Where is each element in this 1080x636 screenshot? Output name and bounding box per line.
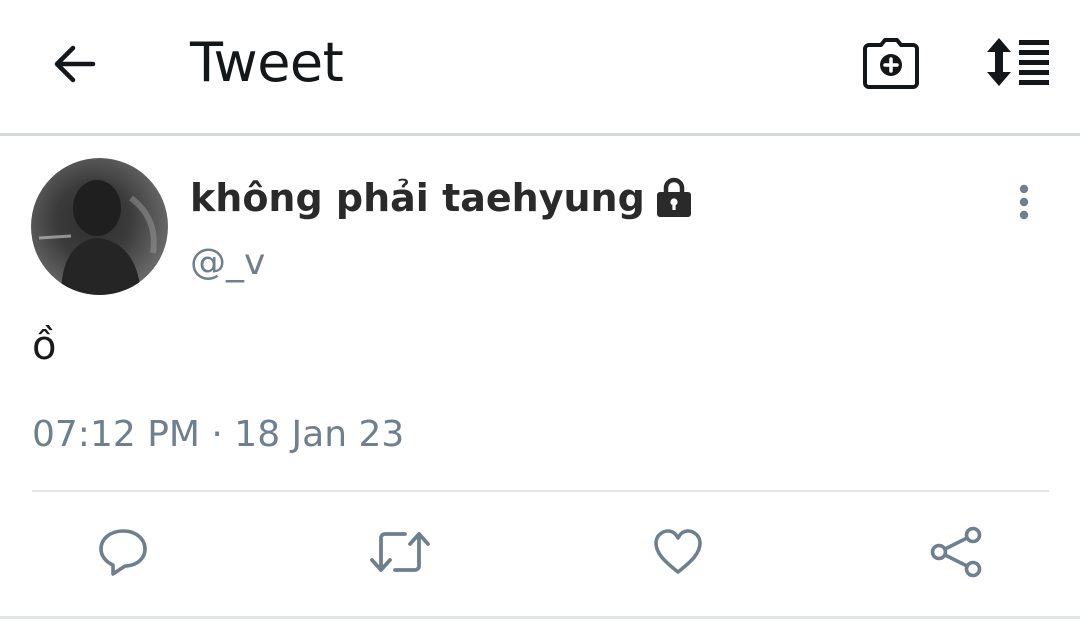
- share-icon: [929, 526, 983, 583]
- back-button[interactable]: [46, 38, 102, 94]
- page-title: Tweet: [190, 31, 344, 94]
- like-button[interactable]: [648, 524, 708, 584]
- bottom-divider: [0, 616, 1080, 619]
- sort-button[interactable]: [980, 34, 1056, 94]
- tweet-text: ồ: [32, 323, 57, 369]
- arrow-left-icon: [51, 44, 97, 89]
- sort-list-icon: [985, 36, 1051, 93]
- avatar[interactable]: [31, 158, 168, 295]
- camera-add-icon: [863, 37, 919, 94]
- lock-icon: [655, 177, 693, 219]
- tweet-timestamp: 07:12 PM · 18 Jan 23: [32, 414, 405, 455]
- more-options-button[interactable]: [1004, 180, 1044, 228]
- camera-button[interactable]: [858, 34, 924, 96]
- retweet-button[interactable]: [370, 524, 430, 584]
- retweet-icon: [369, 528, 431, 581]
- author-name-text: không phải taehyung: [190, 176, 645, 220]
- heart-icon: [652, 528, 704, 581]
- reply-button[interactable]: [93, 524, 153, 584]
- top-app-bar: Tweet: [0, 0, 1080, 136]
- author-name[interactable]: không phải taehyung: [190, 174, 693, 222]
- more-vertical-icon: [1018, 184, 1030, 225]
- divider: [32, 490, 1049, 492]
- reply-icon: [97, 527, 149, 582]
- author-handle[interactable]: @_v: [190, 240, 265, 286]
- share-button[interactable]: [926, 524, 986, 584]
